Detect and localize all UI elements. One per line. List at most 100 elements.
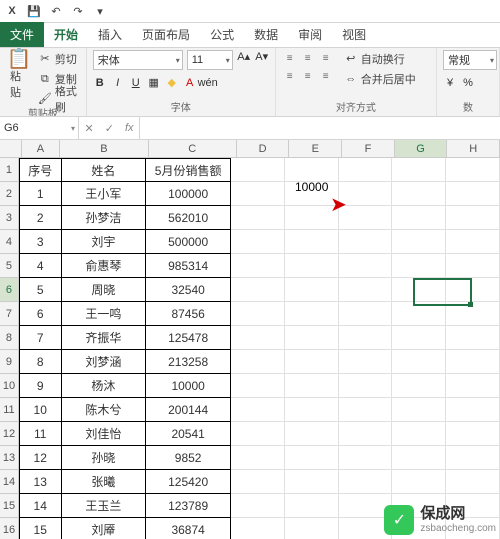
tab-layout[interactable]: 页面布局 xyxy=(132,22,200,47)
cell[interactable] xyxy=(446,350,500,374)
cell[interactable] xyxy=(392,182,446,206)
cell[interactable] xyxy=(285,470,339,494)
redo-icon[interactable]: ↷ xyxy=(68,2,88,20)
cell[interactable]: 10 xyxy=(19,398,62,422)
cell[interactable] xyxy=(392,422,446,446)
row-header[interactable]: 14 xyxy=(0,470,19,494)
cut-button[interactable]: ✂剪切 xyxy=(36,50,80,68)
cell[interactable]: 12 xyxy=(19,446,62,470)
cell[interactable] xyxy=(446,302,500,326)
underline-button[interactable]: U xyxy=(129,76,143,90)
row-header[interactable]: 5 xyxy=(0,254,19,278)
cell[interactable] xyxy=(392,350,446,374)
font-size-combo[interactable]: 11 xyxy=(187,50,233,70)
tab-data[interactable]: 数据 xyxy=(244,22,288,47)
cell[interactable]: 姓名 xyxy=(62,158,147,182)
cell[interactable]: 9 xyxy=(19,374,62,398)
formula-bar[interactable] xyxy=(140,117,500,139)
cell[interactable] xyxy=(231,446,285,470)
cell[interactable]: 125478 xyxy=(146,326,231,350)
italic-button[interactable]: I xyxy=(111,76,125,90)
col-header-b[interactable]: B xyxy=(60,140,148,158)
cell[interactable] xyxy=(231,278,285,302)
cell[interactable] xyxy=(339,230,393,254)
cell[interactable] xyxy=(339,374,393,398)
row-header[interactable]: 9 xyxy=(0,350,19,374)
name-box[interactable]: G6 xyxy=(0,117,79,139)
cell[interactable] xyxy=(339,326,393,350)
cell[interactable]: 5月份销售额 xyxy=(146,158,231,182)
cell[interactable] xyxy=(446,230,500,254)
cell[interactable]: 5 xyxy=(19,278,62,302)
cell[interactable]: 张曦 xyxy=(62,470,147,494)
cell[interactable] xyxy=(446,158,500,182)
cell[interactable]: 9852 xyxy=(146,446,231,470)
cell[interactable] xyxy=(231,374,285,398)
cell[interactable]: 8 xyxy=(19,350,62,374)
cell[interactable]: 孙晓 xyxy=(62,446,147,470)
percent-icon[interactable]: % xyxy=(461,76,475,90)
cell[interactable]: 14 xyxy=(19,494,62,518)
cell[interactable]: 87456 xyxy=(146,302,231,326)
save-icon[interactable]: 💾 xyxy=(24,2,44,20)
cell[interactable] xyxy=(446,206,500,230)
cell[interactable] xyxy=(392,206,446,230)
cell[interactable]: 32540 xyxy=(146,278,231,302)
format-painter-button[interactable]: 🖌格式刷 xyxy=(36,90,80,108)
cell[interactable] xyxy=(392,254,446,278)
row-header[interactable]: 2 xyxy=(0,182,19,206)
cell[interactable]: 15 xyxy=(19,518,62,539)
cell[interactable] xyxy=(446,470,500,494)
cell[interactable]: 周晓 xyxy=(62,278,147,302)
col-header-h[interactable]: H xyxy=(447,140,500,158)
cell[interactable] xyxy=(392,326,446,350)
cell[interactable] xyxy=(339,446,393,470)
cell[interactable]: 123789 xyxy=(146,494,231,518)
cell[interactable] xyxy=(231,494,285,518)
currency-icon[interactable]: ¥ xyxy=(443,76,457,90)
cell[interactable] xyxy=(339,254,393,278)
tab-insert[interactable]: 插入 xyxy=(88,22,132,47)
cell[interactable] xyxy=(231,158,285,182)
cell[interactable]: 125420 xyxy=(146,470,231,494)
select-all-corner[interactable] xyxy=(0,140,22,158)
cell[interactable] xyxy=(285,350,339,374)
cell[interactable]: 齐振华 xyxy=(62,326,147,350)
border-icon[interactable]: ▦ xyxy=(147,76,161,90)
cell[interactable]: 王一鸣 xyxy=(62,302,147,326)
cell[interactable]: 200144 xyxy=(146,398,231,422)
cell[interactable] xyxy=(285,518,339,539)
cell[interactable] xyxy=(285,326,339,350)
cell[interactable] xyxy=(285,374,339,398)
cell[interactable]: 100000 xyxy=(146,182,231,206)
cell[interactable] xyxy=(446,278,500,302)
cell[interactable]: 10000 xyxy=(146,374,231,398)
number-format-combo[interactable]: 常规 xyxy=(443,50,497,70)
cell[interactable]: 4 xyxy=(19,254,62,278)
alignment-grid[interactable]: ≡≡≡ ≡≡≡ xyxy=(282,50,334,84)
cell[interactable] xyxy=(392,446,446,470)
cell[interactable] xyxy=(446,398,500,422)
cell[interactable] xyxy=(231,398,285,422)
cell[interactable]: 刘宇 xyxy=(62,230,147,254)
cell[interactable]: 13 xyxy=(19,470,62,494)
cell[interactable]: 7 xyxy=(19,326,62,350)
cell[interactable] xyxy=(392,374,446,398)
tab-formula[interactable]: 公式 xyxy=(200,22,244,47)
bold-button[interactable]: B xyxy=(93,76,107,90)
row-header[interactable]: 12 xyxy=(0,422,19,446)
cell[interactable] xyxy=(339,470,393,494)
row-header[interactable]: 11 xyxy=(0,398,19,422)
paste-button[interactable]: 📋 粘贴 xyxy=(6,50,32,102)
cell[interactable] xyxy=(231,470,285,494)
row-header[interactable]: 16 xyxy=(0,518,19,539)
cell[interactable] xyxy=(231,518,285,539)
cell[interactable] xyxy=(231,182,285,206)
row-header[interactable]: 1 xyxy=(0,158,19,182)
cell[interactable]: 36874 xyxy=(146,518,231,539)
fx-icon[interactable]: fx xyxy=(125,122,134,134)
cell[interactable] xyxy=(231,206,285,230)
cell[interactable]: 刘佳怡 xyxy=(62,422,147,446)
cell[interactable] xyxy=(231,422,285,446)
worksheet[interactable]: A B C D E F G H 1 序号 姓名 5月份销售额 21王小军1000… xyxy=(0,140,500,539)
